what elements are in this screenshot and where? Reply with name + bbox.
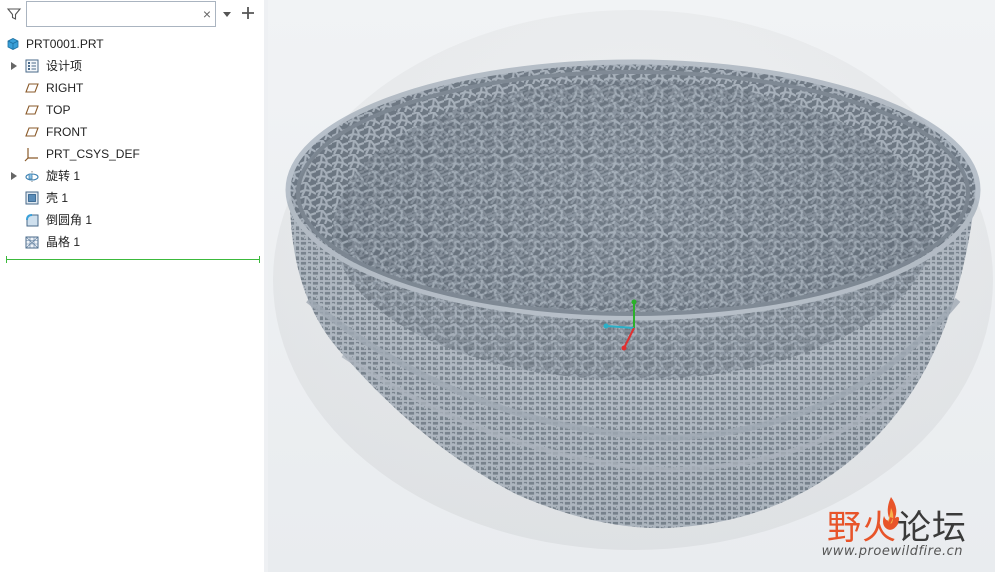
tree-item-right-plane[interactable]: RIGHT <box>0 77 264 99</box>
tree-item-label: 旋转 1 <box>46 169 81 183</box>
model-tree-panel: × PRT0001.PRT 设计项 RIGHT TOP FRONT PRT_CS… <box>0 0 265 572</box>
tree-item-root[interactable]: PRT0001.PRT <box>0 33 264 55</box>
expand-arrow-icon[interactable] <box>10 172 18 180</box>
tree-item-revolve[interactable]: 旋转 1 <box>0 165 264 187</box>
shell-icon <box>25 191 39 205</box>
close-icon[interactable]: × <box>201 7 213 21</box>
tree-item-lattice[interactable]: 晶格 1 <box>0 231 264 253</box>
chevron-down-icon[interactable] <box>222 9 232 19</box>
datum-plane-icon <box>25 83 39 93</box>
tree-item-label: TOP <box>46 103 71 117</box>
tree-item-front-plane[interactable]: FRONT <box>0 121 264 143</box>
graphics-viewport[interactable]: 野火论坛 www.proewildfire.cn <box>268 0 995 572</box>
tree-item-label: 倒圆角 1 <box>46 213 93 227</box>
funnel-icon[interactable] <box>6 6 22 22</box>
datum-plane-icon <box>25 105 39 115</box>
tree-item-label: FRONT <box>46 125 88 139</box>
tree-item-design-items[interactable]: 设计项 <box>0 55 264 77</box>
tree-item-label: PRT_CSYS_DEF <box>46 147 140 161</box>
watermark-url: www.proewildfire.cn <box>821 544 963 559</box>
insert-here-indicator[interactable] <box>6 256 260 263</box>
watermark-title: 野火论坛 <box>827 508 967 548</box>
tree-item-label: PRT0001.PRT <box>26 37 104 51</box>
revolve-icon <box>25 171 39 182</box>
design-items-icon <box>25 59 39 73</box>
tree-item-shell[interactable]: 壳 1 <box>0 187 264 209</box>
forum-watermark: 野火论坛 www.proewildfire.cn <box>805 496 985 566</box>
plus-icon[interactable] <box>241 6 255 20</box>
lattice-icon <box>25 236 39 249</box>
tree-item-round[interactable]: 倒圆角 1 <box>0 209 264 231</box>
tree-item-label: 壳 1 <box>46 191 69 205</box>
tree-item-top-plane[interactable]: TOP <box>0 99 264 121</box>
round-icon <box>26 214 39 227</box>
lattice-bowl-model[interactable] <box>268 0 995 572</box>
model-tree: PRT0001.PRT 设计项 RIGHT TOP FRONT PRT_CSYS… <box>0 33 264 253</box>
coordinate-system-icon <box>24 148 38 162</box>
filter-toolbar: × <box>0 0 264 30</box>
search-input[interactable] <box>26 1 216 27</box>
expand-arrow-icon[interactable] <box>10 62 18 70</box>
part-icon <box>7 38 19 50</box>
tree-item-label: 设计项 <box>46 59 83 73</box>
tree-item-label: 晶格 1 <box>46 235 81 249</box>
tree-item-label: RIGHT <box>46 81 84 95</box>
datum-plane-icon <box>25 127 39 137</box>
tree-item-csys[interactable]: PRT_CSYS_DEF <box>0 143 264 165</box>
